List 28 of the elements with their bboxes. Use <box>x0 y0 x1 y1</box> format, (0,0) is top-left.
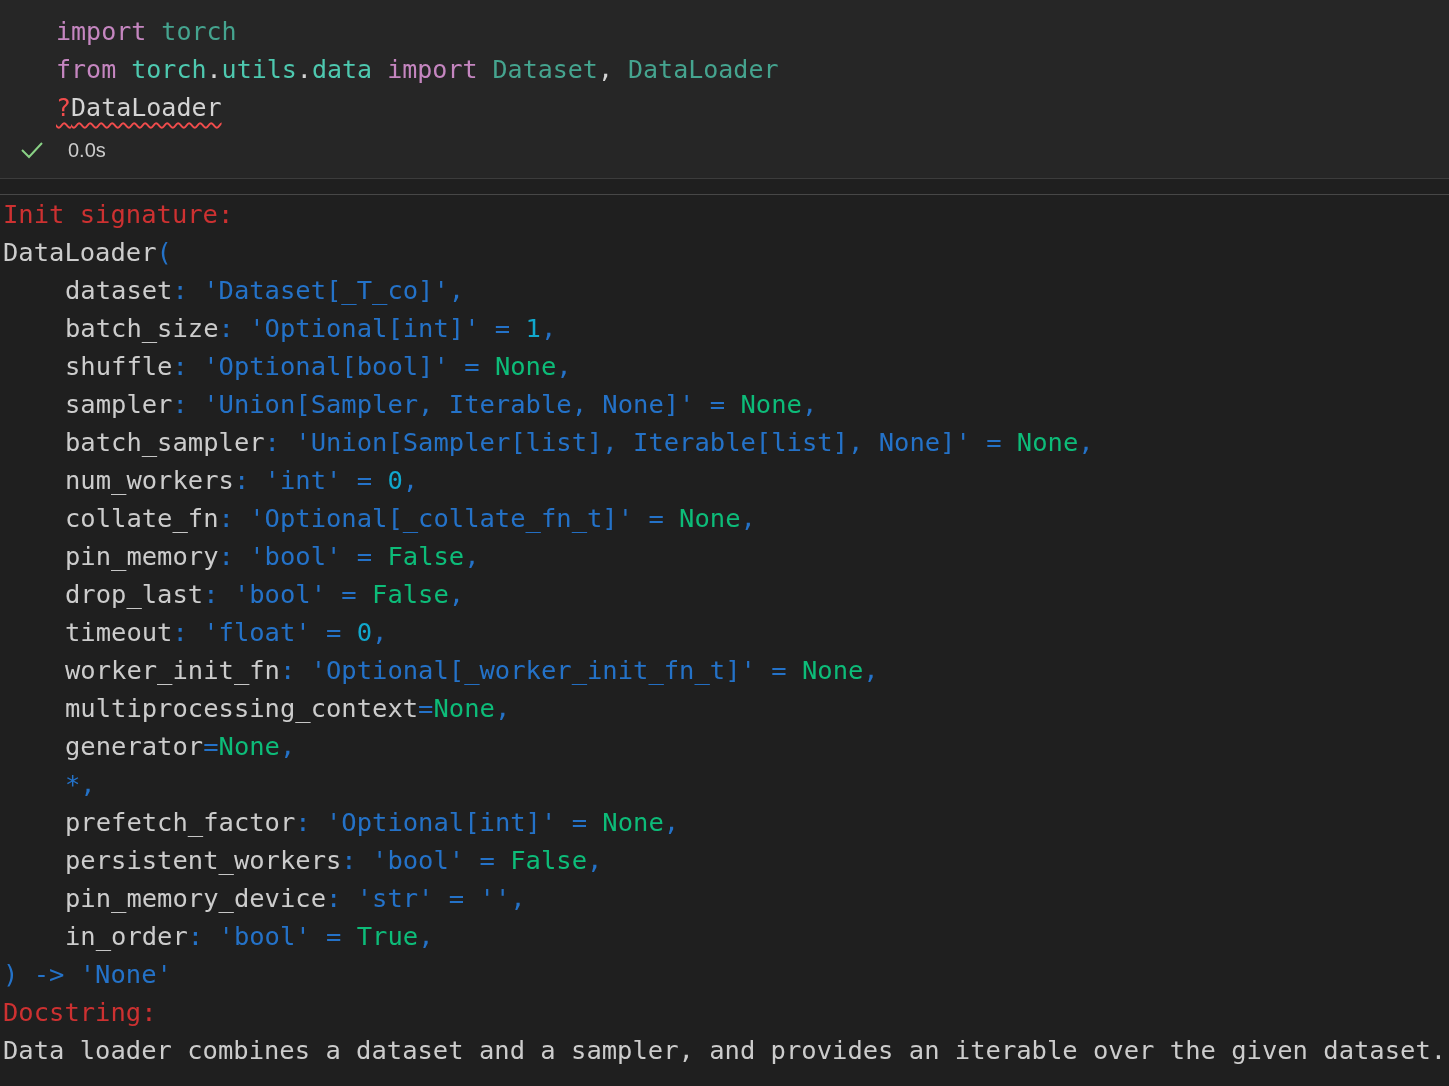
output-line: persistent_workers: 'bool' = False, <box>64 844 603 877</box>
output-line: Docstring: <box>3 996 157 1029</box>
output-line: drop_last: 'bool' = False, <box>64 578 465 611</box>
output-line: batch_size: 'Optional[int]' = 1, <box>64 312 557 345</box>
output-line: multiprocessing_context=None, <box>64 692 511 725</box>
output-line: DataLoader( <box>3 236 172 269</box>
output-line: pin_memory_device: 'str' = '', <box>64 882 526 915</box>
output-line: sampler: 'Union[Sampler, Iterable, None]' = None, <box>64 388 818 421</box>
output-line: ) -> 'None' <box>3 958 172 991</box>
code-line: import torch <box>56 16 237 48</box>
output-line: prefetch_factor: 'Optional[int]' = None, <box>64 806 680 839</box>
output-line: Data loader combines a dataset and a sampler, and provides an iterable over the given dataset. <box>3 1034 1447 1067</box>
output-line: shuffle: 'Optional[bool]' = None, <box>64 350 572 383</box>
output-line: batch_sampler: 'Union[Sampler[list], Iterable[list], None]' = None, <box>64 426 1094 459</box>
output-line: *, <box>64 768 96 801</box>
execution-time: 0.0s <box>68 138 106 163</box>
output-line: pin_memory: 'bool' = False, <box>64 540 480 573</box>
output-line: timeout: 'float' = 0, <box>64 616 388 649</box>
output-line: in_order: 'bool' = True, <box>64 920 434 953</box>
code-line: ?DataLoader <box>56 92 222 124</box>
output-line: collate_fn: 'Optional[_collate_fn_t]' = None, <box>64 502 756 535</box>
code-cell[interactable]: import torch from torch.utils.data import Dataset, DataLoader ?DataLoader 0.0s <box>0 0 1449 179</box>
output-line: Init signature: <box>3 198 234 231</box>
output-line: num_workers: 'int' = 0, <box>64 464 419 497</box>
output-line: worker_init_fn: 'Optional[_worker_init_fn_t]' = None, <box>64 654 879 687</box>
output-line: generator=None, <box>64 730 296 763</box>
output-line: dataset: 'Dataset[_T_co]', <box>64 274 465 307</box>
code-line: from torch.utils.data import Dataset, DataLoader <box>56 54 779 86</box>
